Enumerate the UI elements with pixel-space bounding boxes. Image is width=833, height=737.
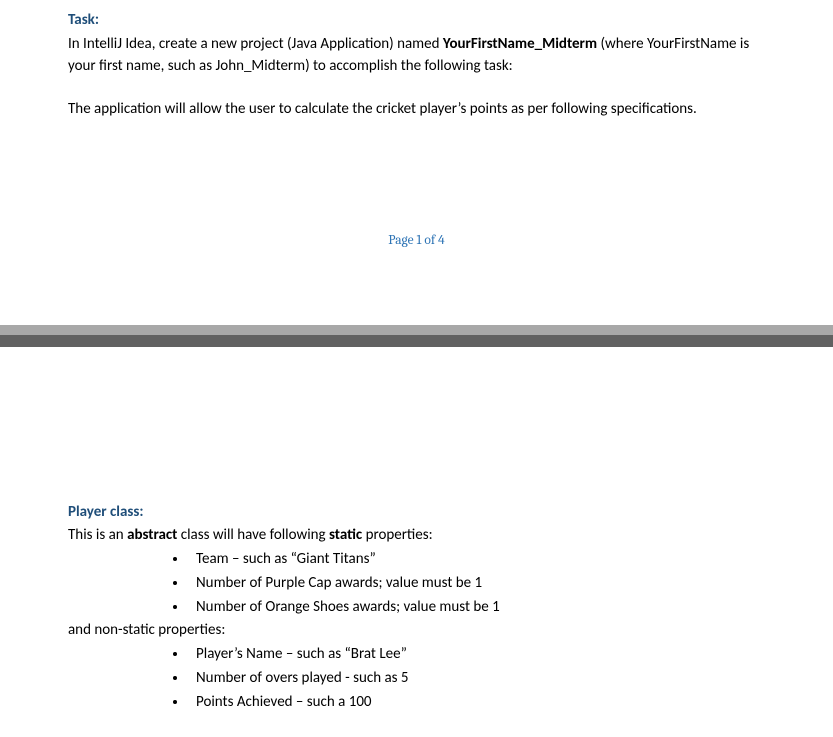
task-heading: Task: bbox=[68, 10, 765, 32]
page-gap-shadow-bottom bbox=[0, 335, 833, 347]
list-item: Team – such as “Giant Titans” bbox=[188, 549, 765, 571]
task-para-1: In IntelliJ Idea, create a new project (… bbox=[68, 34, 765, 78]
text-run: properties: bbox=[362, 526, 432, 544]
list-item: Number of Orange Shoes awards; value mus… bbox=[188, 597, 765, 619]
text-run: In IntelliJ Idea, create a new project (… bbox=[68, 35, 443, 53]
static-properties-list: Team – such as “Giant Titans” Number of … bbox=[68, 549, 765, 618]
list-item: Player’s Name – such as “Brat Lee” bbox=[188, 644, 765, 666]
text-run: This is an bbox=[68, 526, 127, 544]
nonstatic-intro: and non-static properties: bbox=[68, 620, 765, 642]
player-class-intro: This is an abstract class will have foll… bbox=[68, 525, 765, 547]
page2-top-margin bbox=[0, 347, 833, 492]
player-class-heading: Player class: bbox=[68, 502, 765, 524]
nonstatic-properties-list: Player’s Name – such as “Brat Lee” Numbe… bbox=[68, 644, 765, 713]
project-name-bold: YourFirstName_Midterm bbox=[443, 35, 597, 53]
list-item: Number of Purple Cap awards; value must … bbox=[188, 573, 765, 595]
static-bold: static bbox=[329, 526, 362, 544]
document-page: Task: In IntelliJ Idea, create a new pro… bbox=[0, 0, 833, 713]
page-break bbox=[0, 269, 833, 347]
page1-content: Task: In IntelliJ Idea, create a new pro… bbox=[0, 0, 833, 251]
list-item: Points Achieved – such a 100 bbox=[188, 692, 765, 714]
page-gap-top bbox=[0, 269, 833, 325]
task-para-2: The application will allow the user to c… bbox=[68, 99, 765, 121]
page-number-footer: Page 1 of 4 bbox=[68, 231, 765, 251]
page2-content: Player class: This is an abstract class … bbox=[0, 492, 833, 714]
text-run: class will have following bbox=[177, 526, 329, 544]
abstract-bold: abstract bbox=[127, 526, 177, 544]
list-item: Number of overs played - such as 5 bbox=[188, 668, 765, 690]
page-gap-shadow-top bbox=[0, 325, 833, 335]
